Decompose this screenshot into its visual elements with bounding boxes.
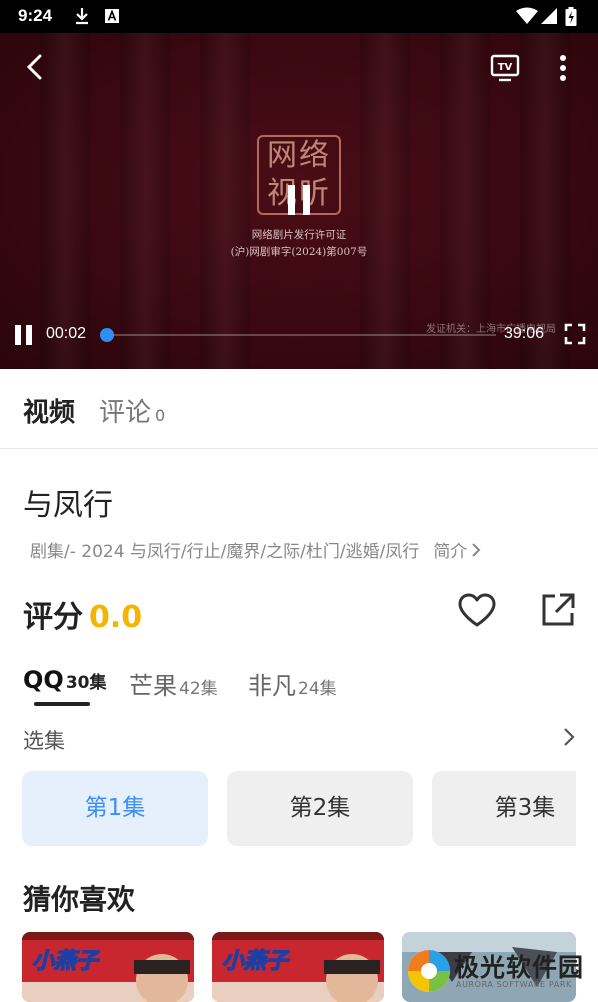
share-icon[interactable] <box>540 592 576 628</box>
back-icon[interactable] <box>22 53 48 81</box>
fullscreen-icon[interactable] <box>564 323 586 345</box>
license-line-2: (沪)网剧审字(2024)第007号 <box>0 244 598 259</box>
source-name: 芒果 <box>129 672 177 700</box>
pause-icon[interactable] <box>13 323 35 347</box>
source-count: 24集 <box>298 679 337 699</box>
episodes-label: 选集 <box>23 725 65 755</box>
a-app-icon <box>104 7 120 25</box>
show-meta-row: 剧集/- 2024 与凤行/行止/魔界/之际/杜门/逃婚/凤行简介 <box>30 537 481 562</box>
current-time: 00:02 <box>46 325 86 343</box>
episodes-chevron-icon[interactable] <box>563 727 575 747</box>
source-count: 42集 <box>179 679 218 699</box>
source-tab-qq[interactable]: QQ30集 <box>23 666 106 694</box>
source-count: 30集 <box>66 673 107 693</box>
recommend-card[interactable]: 小燕子 <box>22 932 194 1002</box>
license-line-1: 网络剧片发行许可证 <box>0 227 598 242</box>
progress-track[interactable] <box>106 334 496 336</box>
poster-caption: 小燕子 <box>222 949 290 974</box>
rating-label: 评分 <box>23 600 83 635</box>
rating-score: 0.0 <box>89 600 142 635</box>
comment-count: 0 <box>155 406 165 425</box>
more-icon[interactable] <box>556 53 570 83</box>
intro-link[interactable]: 简介 <box>433 542 481 562</box>
chevron-right-icon <box>471 542 481 558</box>
tv-cast-icon[interactable]: TV <box>490 53 520 83</box>
rating: 评分0.0 <box>23 592 142 636</box>
brand-subtitle: AURORA SOFTWARE PARK <box>456 980 572 989</box>
intro-label: 简介 <box>433 542 467 562</box>
video-player[interactable]: TV 网络视听 网络剧片发行许可证 (沪)网剧审字(2024)第007号 发证机… <box>0 33 598 369</box>
tab-comment-label: 评论 <box>99 398 151 428</box>
status-time: 9:24 <box>18 6 52 26</box>
poster-image: 小燕子 <box>22 932 194 1002</box>
poster-caption: 小燕子 <box>32 949 100 974</box>
poster-image: 小燕子 <box>212 932 384 1002</box>
brand-watermark: 极光软件园 AURORA SOFTWARE PARK <box>404 944 598 998</box>
download-icon <box>74 7 90 25</box>
recommend-title: 猜你喜欢 <box>23 878 135 918</box>
tab-comment[interactable]: 评论0 <box>99 392 165 429</box>
signal-icon <box>540 7 558 25</box>
status-bar: 9:24 <box>0 0 598 33</box>
center-pause-icon[interactable] <box>286 183 312 217</box>
wifi-icon <box>516 7 538 25</box>
source-tab-mango[interactable]: 芒果42集 <box>129 666 218 701</box>
progress-thumb[interactable] <box>100 328 114 342</box>
battery-icon <box>565 7 577 26</box>
episode-button-3[interactable]: 第3集 <box>432 771 576 846</box>
episode-button-2[interactable]: 第2集 <box>227 771 413 846</box>
episode-button-1[interactable]: 第1集 <box>22 771 208 846</box>
show-meta: 剧集/- 2024 与凤行/行止/魔界/之际/杜门/逃婚/凤行 <box>30 542 419 562</box>
recommend-card[interactable]: 小燕子 <box>212 932 384 1002</box>
source-tab-feifan[interactable]: 非凡24集 <box>248 666 337 701</box>
svg-text:TV: TV <box>498 62 513 73</box>
episode-list: 第1集 第2集 第3集 <box>22 771 576 846</box>
favorite-heart-icon[interactable] <box>457 592 497 628</box>
tab-video[interactable]: 视频 <box>23 392 75 429</box>
show-title: 与凤行 <box>23 480 113 524</box>
detail-tabs: 视频 评论0 <box>0 370 598 449</box>
total-time: 39:06 <box>504 325 544 343</box>
brand-name: 极光软件园 <box>454 948 584 984</box>
aurora-logo-icon <box>406 948 452 994</box>
source-tab-indicator <box>34 702 90 706</box>
source-name: QQ <box>23 666 64 694</box>
source-name: 非凡 <box>248 672 296 700</box>
